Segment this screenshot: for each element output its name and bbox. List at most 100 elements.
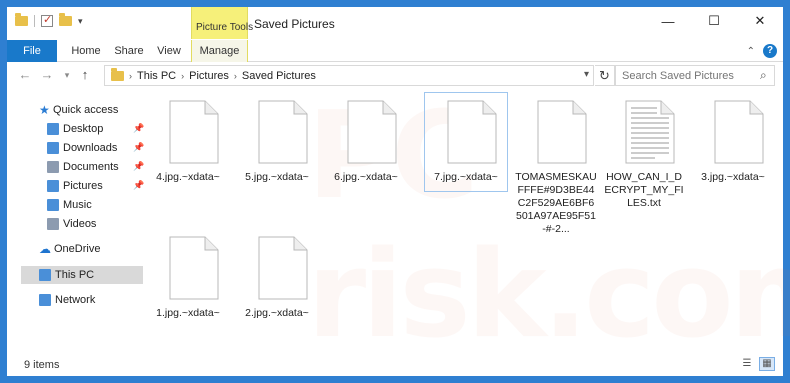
sidebar-item-music[interactable]: Music <box>47 196 92 214</box>
file-item[interactable]: 1.jpg.~xdata~ <box>147 229 229 327</box>
tab-share[interactable]: Share <box>110 40 148 62</box>
file-item[interactable]: 4.jpg.~xdata~ <box>147 93 229 191</box>
forward-arrow-icon[interactable]: → <box>39 67 55 83</box>
search-input[interactable] <box>622 69 760 82</box>
window-title: Saved Pictures <box>254 17 335 31</box>
folder-icon <box>15 13 28 26</box>
desktop-folder-icon <box>47 123 59 135</box>
pin-icon[interactable]: 📌 <box>133 123 144 134</box>
sidebar-item-onedrive[interactable]: ☁ OneDrive <box>39 240 100 258</box>
sidebar-item-quick-access[interactable]: ★ Quick access <box>39 101 118 119</box>
tab-view[interactable]: View <box>148 40 190 62</box>
expand-ribbon-icon[interactable]: ⌃ <box>747 46 755 57</box>
refresh-icon[interactable]: ↻ <box>595 65 615 86</box>
maximize-button[interactable]: ☐ <box>691 7 737 35</box>
breadcrumb-pictures[interactable]: Pictures <box>189 70 229 82</box>
blank-file-icon <box>537 100 587 164</box>
file-name: 4.jpg.~xdata~ <box>156 171 220 183</box>
file-item[interactable]: TOMASMESKAUFFFE#9D3BE44C2F529AE6BF6501A9… <box>515 93 597 235</box>
file-name: 5.jpg.~xdata~ <box>245 171 309 183</box>
file-item[interactable]: 2.jpg.~xdata~ <box>236 229 318 327</box>
computer-icon <box>39 269 51 281</box>
chevron-right-icon[interactable]: › <box>129 71 132 81</box>
tab-file[interactable]: File <box>7 40 57 62</box>
chevron-down-icon[interactable]: ▾ <box>584 69 589 80</box>
cloud-icon: ☁ <box>39 242 51 256</box>
network-icon <box>39 294 51 306</box>
sidebar-item-label: Music <box>63 199 92 211</box>
file-name: 3.jpg.~xdata~ <box>701 171 765 183</box>
sidebar-item-label: Desktop <box>63 123 104 135</box>
properties-icon[interactable] <box>41 13 53 27</box>
search-icon[interactable]: ⌕ <box>760 68 767 83</box>
status-bar: 9 items ☰ ▦ <box>7 354 783 376</box>
pin-icon[interactable]: 📌 <box>133 161 144 172</box>
file-item[interactable]: 3.jpg.~xdata~ <box>692 93 774 191</box>
sidebar-item-label: OneDrive <box>54 243 101 255</box>
sidebar-item-documents[interactable]: Documents <box>47 158 119 176</box>
downloads-folder-icon <box>47 142 59 154</box>
blank-file-icon <box>169 100 219 164</box>
text-file-icon <box>625 100 675 164</box>
minimize-button[interactable]: — <box>645 7 691 35</box>
breadcrumb-this-pc[interactable]: This PC <box>137 70 176 82</box>
file-name: 1.jpg.~xdata~ <box>156 307 220 319</box>
sidebar-item-label: This PC <box>55 269 95 281</box>
up-arrow-icon[interactable]: ↑ <box>77 67 93 83</box>
sidebar-item-label: Downloads <box>63 142 118 154</box>
folder-icon <box>111 67 124 81</box>
file-item-focused[interactable]: 7.jpg.~xdata~ <box>424 92 508 192</box>
item-count: 9 items <box>24 359 60 371</box>
chevron-right-icon[interactable]: › <box>234 71 237 81</box>
blank-file-icon <box>347 100 397 164</box>
context-tab-label: Picture Tools <box>196 22 254 33</box>
star-icon: ★ <box>39 103 50 117</box>
chevron-right-icon[interactable]: › <box>181 71 184 81</box>
file-name: HOW_CAN_I_DECRYPT_MY_FILES.txt <box>604 171 684 209</box>
back-arrow-icon[interactable]: ← <box>17 67 33 83</box>
sidebar-item-label: Videos <box>63 218 97 230</box>
music-folder-icon <box>47 199 59 211</box>
blank-file-icon <box>714 100 764 164</box>
details-view-icon[interactable]: ☰ <box>739 357 755 371</box>
videos-folder-icon <box>47 218 59 230</box>
tab-manage[interactable]: Manage <box>191 40 248 62</box>
file-list: 4.jpg.~xdata~ 5.jpg.~xdata~ 6.jpg.~xdata… <box>147 89 776 346</box>
picture-tools-context-tab: Picture Tools <box>191 7 253 39</box>
sidebar-item-network[interactable]: Network <box>39 291 95 309</box>
file-item[interactable]: HOW_CAN_I_DECRYPT_MY_FILES.txt <box>603 93 685 217</box>
file-name: TOMASMESKAUFFFE#9D3BE44C2F529AE6BF6501A9… <box>515 171 597 235</box>
close-button[interactable]: ✕ <box>737 7 783 35</box>
sidebar-item-label: Network <box>55 294 96 306</box>
blank-file-icon <box>447 100 497 164</box>
new-folder-icon[interactable] <box>59 13 72 26</box>
large-icons-view-icon[interactable]: ▦ <box>759 357 775 371</box>
blank-file-icon <box>169 236 219 300</box>
sidebar-item-this-pc[interactable]: This PC <box>21 266 143 284</box>
quick-access-toolbar: ▾ <box>15 13 83 27</box>
blank-file-icon <box>258 100 308 164</box>
sidebar-item-downloads[interactable]: Downloads <box>47 139 117 157</box>
blank-file-icon <box>258 236 308 300</box>
sidebar-item-pictures[interactable]: Pictures <box>47 177 103 195</box>
ribbon-tabs: File Home Share View Manage ⌃ ? <box>7 40 783 62</box>
help-icon[interactable]: ? <box>763 44 777 58</box>
sidebar-item-videos[interactable]: Videos <box>47 215 96 233</box>
file-item[interactable]: 6.jpg.~xdata~ <box>325 93 407 191</box>
pictures-folder-icon <box>47 180 59 192</box>
breadcrumb-saved-pictures[interactable]: Saved Pictures <box>242 70 316 82</box>
address-bar[interactable]: › This PC › Pictures › Saved Pictures ▾ <box>104 65 594 86</box>
file-name: 2.jpg.~xdata~ <box>245 307 309 319</box>
file-name: 7.jpg.~xdata~ <box>434 171 498 183</box>
documents-folder-icon <box>47 161 59 173</box>
sidebar-item-desktop[interactable]: Desktop <box>47 120 103 138</box>
pin-icon[interactable]: 📌 <box>133 142 144 153</box>
navigation-bar: ← → ▾ ↑ › This PC › Pictures › Saved Pic… <box>7 63 783 89</box>
explorer-window: ▾ Picture Tools Saved Pictures — ☐ ✕ Fil… <box>0 0 790 383</box>
recent-locations-icon[interactable]: ▾ <box>59 67 75 83</box>
pin-icon[interactable]: 📌 <box>133 180 144 191</box>
tab-home[interactable]: Home <box>62 40 110 62</box>
customize-toolbar-icon[interactable]: ▾ <box>78 16 83 27</box>
file-item[interactable]: 5.jpg.~xdata~ <box>236 93 318 191</box>
search-box[interactable]: ⌕ <box>615 65 775 86</box>
